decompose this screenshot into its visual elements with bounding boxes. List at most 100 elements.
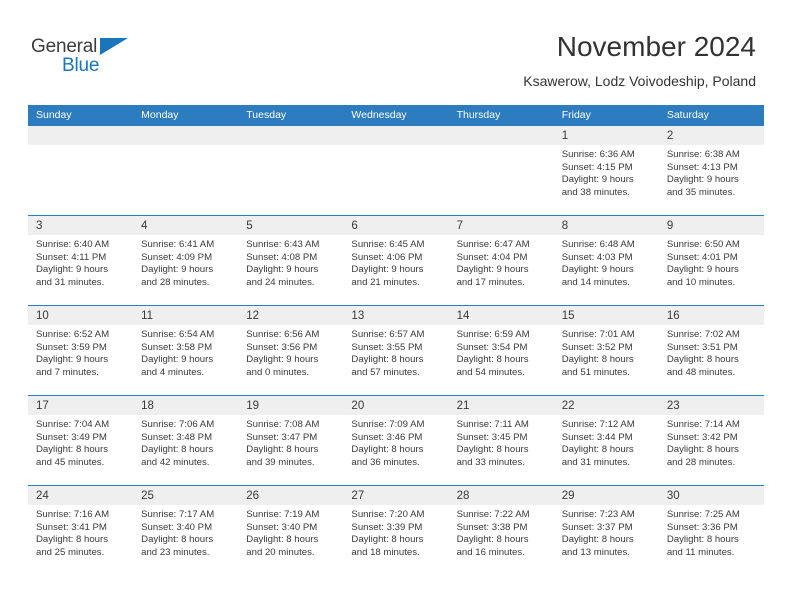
day-number-band [28,126,134,145]
day-cell[interactable]: 13 Sunrise: 6:57 AM Sunset: 3:55 PM Dayl… [343,306,449,395]
day-cell[interactable] [343,126,449,215]
day-cell[interactable]: 19 Sunrise: 7:08 AM Sunset: 3:47 PM Dayl… [238,396,344,485]
day-cell[interactable]: 14 Sunrise: 6:59 AM Sunset: 3:54 PM Dayl… [448,306,554,395]
general-blue-logo[interactable]: General Blue [31,36,211,84]
day-cell[interactable]: 3 Sunrise: 6:40 AM Sunset: 4:11 PM Dayli… [28,216,134,305]
day-cell[interactable] [238,126,344,215]
sunrise-text: Sunrise: 6:36 AM [561,149,635,160]
day-cell[interactable]: 17 Sunrise: 7:04 AM Sunset: 3:49 PM Dayl… [28,396,134,485]
day-cell[interactable]: 7 Sunrise: 6:47 AM Sunset: 4:04 PM Dayli… [448,216,554,305]
day-details: Sunrise: 6:57 AM Sunset: 3:55 PM Dayligh… [343,325,448,379]
daylight-text-1: Daylight: 8 hours [561,534,634,546]
day-cell[interactable]: 4 Sunrise: 6:41 AM Sunset: 4:09 PM Dayli… [133,216,239,305]
day-cell[interactable]: 22 Sunrise: 7:12 AM Sunset: 3:44 PM Dayl… [553,396,659,485]
weekday-header-friday: Friday [561,109,591,121]
day-cell[interactable]: 28 Sunrise: 7:22 AM Sunset: 3:38 PM Dayl… [448,486,554,575]
day-number-band: 15 [553,306,659,325]
daylight-text-2: and 23 minutes. [141,546,210,558]
day-details: Sunrise: 7:16 AM Sunset: 3:41 PM Dayligh… [28,505,133,559]
daylight-text-2: and 21 minutes. [351,276,420,288]
sunset-text: Sunset: 4:15 PM [561,161,633,173]
day-cell[interactable]: 15 Sunrise: 7:01 AM Sunset: 3:52 PM Dayl… [553,306,659,395]
day-number-band: 6 [343,216,449,235]
weekday-header-row: Sunday Monday Tuesday Wednesday Thursday… [28,105,764,126]
day-number-band: 23 [658,396,764,415]
day-cell[interactable]: 21 Sunrise: 7:11 AM Sunset: 3:45 PM Dayl… [448,396,554,485]
day-number-band: 29 [553,486,659,505]
sunset-text: Sunset: 3:38 PM [456,521,528,533]
day-cell[interactable]: 24 Sunrise: 7:16 AM Sunset: 3:41 PM Dayl… [28,486,134,575]
sunset-text: Sunset: 3:55 PM [351,341,423,353]
day-number-band: 14 [448,306,554,325]
day-cell[interactable]: 1 Sunrise: 6:36 AM Sunset: 4:15 PM Dayli… [553,126,659,215]
day-details: Sunrise: 7:19 AM Sunset: 3:40 PM Dayligh… [238,505,343,559]
day-details: Sunrise: 6:52 AM Sunset: 3:59 PM Dayligh… [28,325,133,379]
sunrise-text: Sunrise: 7:19 AM [246,509,320,520]
sunrise-text: Sunrise: 6:40 AM [36,239,110,250]
day-cell[interactable] [28,126,134,215]
week-row: 10 Sunrise: 6:52 AM Sunset: 3:59 PM Dayl… [28,305,764,395]
daylight-text-1: Daylight: 8 hours [666,444,739,456]
day-cell[interactable]: 25 Sunrise: 7:17 AM Sunset: 3:40 PM Dayl… [133,486,239,575]
day-number-band: 1 [553,126,659,145]
day-number: 27 [351,490,365,502]
daylight-text-1: Daylight: 8 hours [561,444,634,456]
sunrise-text: Sunrise: 6:52 AM [36,329,110,340]
calendar-page: General Blue November 2024 Ksawerow, Lod… [0,0,792,612]
day-number: 14 [456,310,470,322]
day-details: Sunrise: 6:41 AM Sunset: 4:09 PM Dayligh… [133,235,238,289]
sunrise-text: Sunrise: 6:56 AM [246,329,320,340]
daylight-text-2: and 33 minutes. [456,456,525,468]
daylight-text-2: and 57 minutes. [351,366,420,378]
day-number-band: 8 [553,216,659,235]
day-cell[interactable]: 27 Sunrise: 7:20 AM Sunset: 3:39 PM Dayl… [343,486,449,575]
day-cell[interactable] [448,126,554,215]
day-details: Sunrise: 7:11 AM Sunset: 3:45 PM Dayligh… [449,415,554,469]
day-cell[interactable]: 23 Sunrise: 7:14 AM Sunset: 3:42 PM Dayl… [658,396,764,485]
day-details: Sunrise: 6:36 AM Sunset: 4:15 PM Dayligh… [554,145,659,199]
sunrise-text: Sunrise: 6:45 AM [351,239,425,250]
day-cell[interactable]: 20 Sunrise: 7:09 AM Sunset: 3:46 PM Dayl… [343,396,449,485]
sunset-text: Sunset: 3:40 PM [246,521,318,533]
daylight-text-2: and 11 minutes. [666,546,735,558]
day-number-band: 4 [133,216,239,235]
day-number-band: 13 [343,306,449,325]
daylight-text-1: Daylight: 8 hours [141,534,214,546]
day-details: Sunrise: 6:43 AM Sunset: 4:08 PM Dayligh… [238,235,343,289]
day-cell[interactable]: 12 Sunrise: 6:56 AM Sunset: 3:56 PM Dayl… [238,306,344,395]
day-cell[interactable]: 10 Sunrise: 6:52 AM Sunset: 3:59 PM Dayl… [28,306,134,395]
day-details: Sunrise: 7:09 AM Sunset: 3:46 PM Dayligh… [343,415,448,469]
day-cell[interactable]: 6 Sunrise: 6:45 AM Sunset: 4:06 PM Dayli… [343,216,449,305]
day-cell[interactable]: 16 Sunrise: 7:02 AM Sunset: 3:51 PM Dayl… [658,306,764,395]
day-cell[interactable]: 26 Sunrise: 7:19 AM Sunset: 3:40 PM Dayl… [238,486,344,575]
daylight-text-1: Daylight: 8 hours [36,534,108,546]
day-cell[interactable]: 29 Sunrise: 7:23 AM Sunset: 3:37 PM Dayl… [553,486,659,575]
day-details: Sunrise: 7:25 AM Sunset: 3:36 PM Dayligh… [659,505,764,559]
daylight-text-2: and 4 minutes. [141,366,205,378]
page-header: General Blue November 2024 Ksawerow, Lod… [0,0,792,100]
sunset-text: Sunset: 3:56 PM [246,341,318,353]
sunrise-text: Sunrise: 6:47 AM [456,239,530,250]
daylight-text-2: and 14 minutes. [561,276,630,288]
daylight-text-2: and 25 minutes. [36,546,105,558]
day-number: 8 [561,220,569,232]
page-subtitle: Ksawerow, Lodz Voivodeship, Poland [523,73,756,89]
day-cell[interactable]: 18 Sunrise: 7:06 AM Sunset: 3:48 PM Dayl… [133,396,239,485]
daylight-text-1: Daylight: 9 hours [36,264,108,276]
sunrise-text: Sunrise: 7:04 AM [36,419,110,430]
sunset-text: Sunset: 3:44 PM [561,431,633,443]
day-cell[interactable]: 11 Sunrise: 6:54 AM Sunset: 3:58 PM Dayl… [133,306,239,395]
daylight-text-2: and 16 minutes. [456,546,525,558]
day-number-band: 28 [448,486,554,505]
daylight-text-2: and 28 minutes. [666,456,736,468]
day-number-band: 20 [343,396,449,415]
day-number: 17 [36,400,49,412]
day-cell[interactable]: 8 Sunrise: 6:48 AM Sunset: 4:03 PM Dayli… [553,216,659,305]
day-cell[interactable]: 30 Sunrise: 7:25 AM Sunset: 3:36 PM Dayl… [658,486,764,575]
sunset-text: Sunset: 4:11 PM [36,251,107,263]
day-cell[interactable] [133,126,239,215]
day-cell[interactable]: 5 Sunrise: 6:43 AM Sunset: 4:08 PM Dayli… [238,216,344,305]
daylight-text-1: Daylight: 9 hours [246,354,319,366]
day-cell[interactable]: 9 Sunrise: 6:50 AM Sunset: 4:01 PM Dayli… [658,216,764,305]
day-cell[interactable]: 2 Sunrise: 6:38 AM Sunset: 4:13 PM Dayli… [658,126,764,215]
